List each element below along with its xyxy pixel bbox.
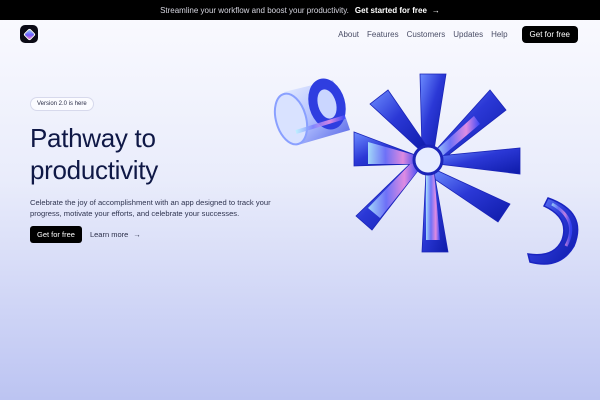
announcement-text: Streamline your workflow and boost your …	[160, 5, 349, 15]
hero-actions: Get for free Learn more →	[30, 226, 141, 243]
nav-link-help[interactable]: Help	[491, 30, 507, 39]
hero-get-for-free-button[interactable]: Get for free	[30, 226, 82, 243]
hero-subtitle: Celebrate the joy of accomplishment with…	[30, 198, 271, 218]
arrow-right-icon: →	[431, 5, 440, 15]
version-badge: Version 2.0 is here	[30, 97, 94, 111]
hero-title: Pathway to productivity	[30, 122, 260, 186]
main-nav: About Features Customers Updates Help Ge…	[20, 24, 578, 44]
nav-links: About Features Customers Updates Help Ge…	[338, 25, 578, 43]
arc-shape	[526, 197, 579, 265]
hero-title-line-2: productivity	[30, 155, 158, 185]
announcement-cta-label: Get started for free	[354, 5, 427, 15]
app-logo-icon[interactable]	[20, 25, 38, 43]
announcement-cta-link[interactable]: Get started for free →	[355, 6, 440, 15]
cylinder-shape	[273, 78, 350, 146]
nav-link-features[interactable]: Features	[367, 30, 399, 39]
nav-link-customers[interactable]: Customers	[407, 30, 446, 39]
nav-link-updates[interactable]: Updates	[453, 30, 483, 39]
learn-more-label: Learn more	[89, 230, 129, 239]
arrow-right-icon: →	[133, 230, 141, 239]
hero-title-line-1: Pathway to	[30, 123, 156, 153]
hero-learn-more-link[interactable]: Learn more →	[90, 230, 141, 239]
announcement-bar: Streamline your workflow and boost your …	[0, 0, 600, 20]
nav-get-for-free-button[interactable]: Get for free	[521, 25, 578, 43]
sunburst-shape	[353, 73, 521, 253]
nav-link-about[interactable]: About	[338, 30, 359, 39]
